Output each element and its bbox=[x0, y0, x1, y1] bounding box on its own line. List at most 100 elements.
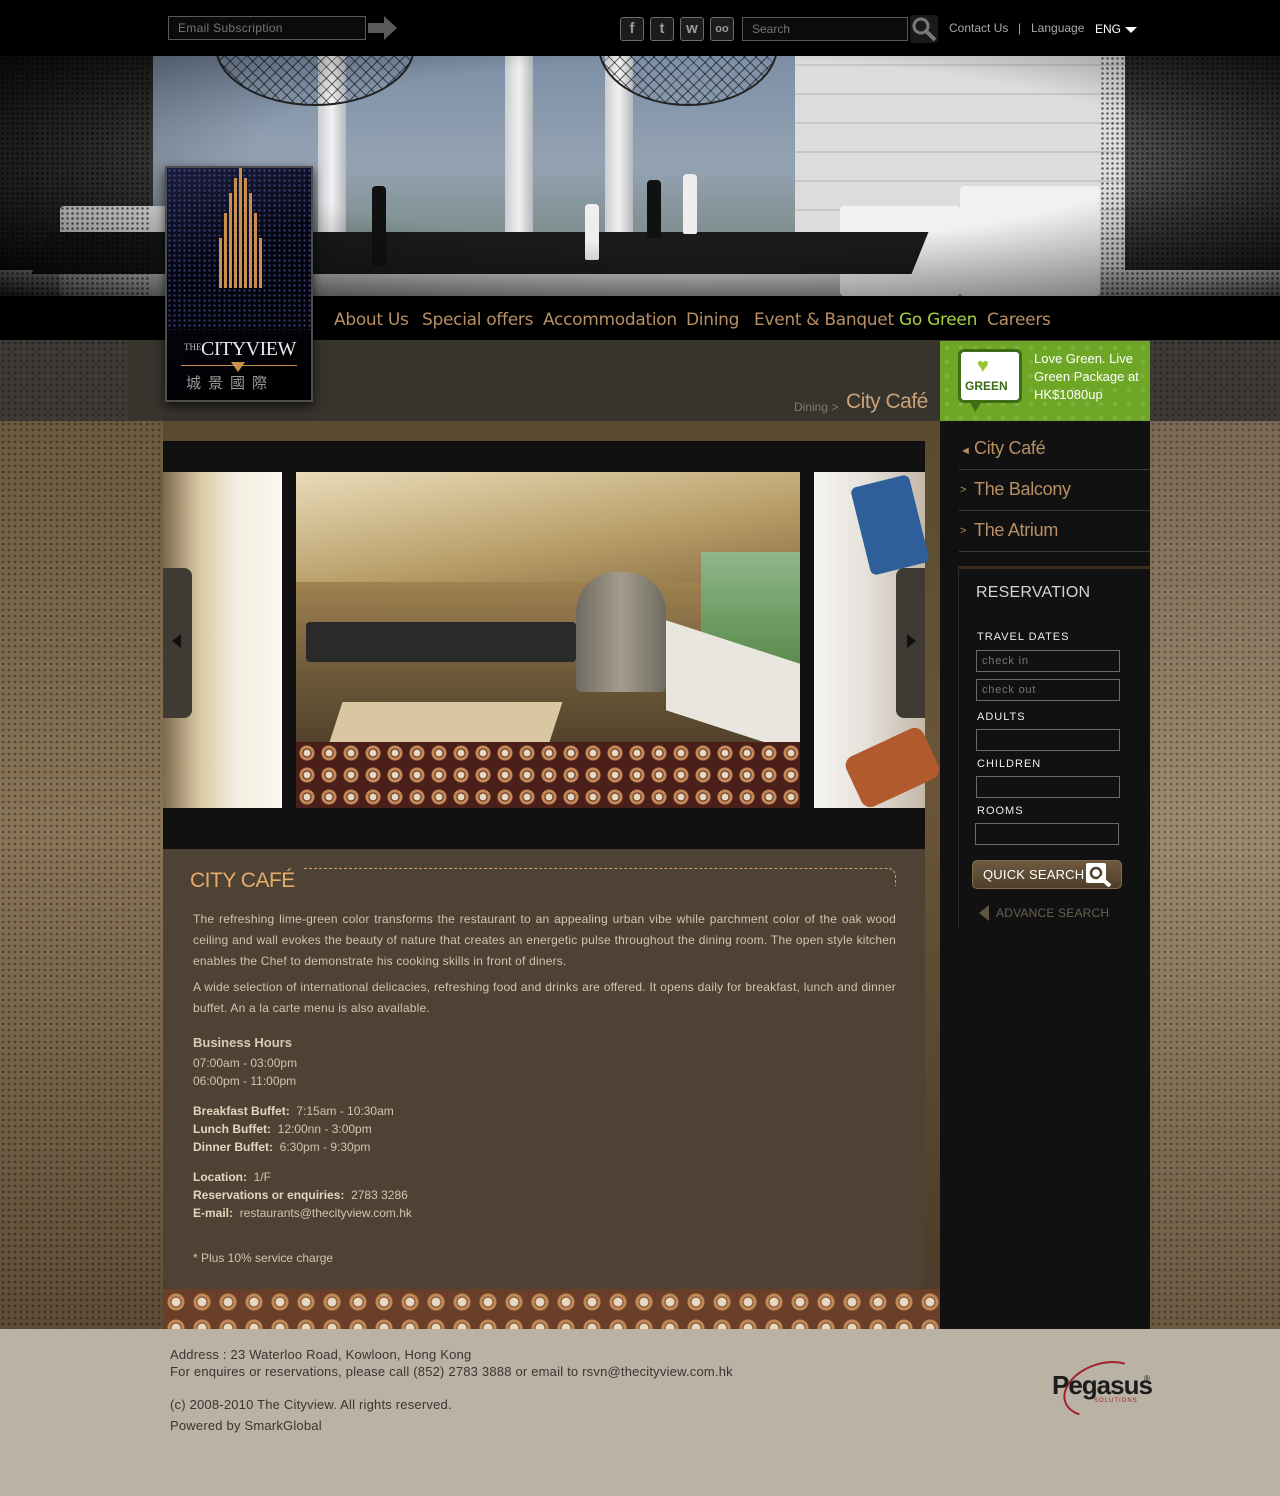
background-photo-right bbox=[1150, 421, 1280, 1329]
breadcrumb-current: City Café bbox=[846, 390, 928, 413]
description-paragraph-2: A wide selection of international delica… bbox=[193, 980, 896, 1015]
buffet-label: Dinner Buffet: bbox=[193, 1140, 273, 1154]
info-value: 1/F bbox=[253, 1170, 272, 1184]
logo-tower-bar bbox=[259, 238, 262, 288]
logo-tower-bar bbox=[244, 178, 247, 288]
language-select[interactable]: ENG bbox=[1095, 22, 1121, 36]
logo-tower-bar bbox=[224, 213, 227, 288]
green-badge-label: GREEN bbox=[965, 379, 1008, 393]
twitter-icon[interactable]: t bbox=[650, 17, 674, 41]
buffet-time: 6:30pm - 9:30pm bbox=[279, 1140, 371, 1154]
arrow-left-icon[interactable] bbox=[979, 905, 989, 921]
photo-buffet-line bbox=[306, 622, 576, 662]
check-out-field[interactable] bbox=[976, 679, 1120, 701]
pegasus-logo[interactable]: Pegasus bbox=[1052, 1370, 1153, 1401]
rooms-label: ROOMS bbox=[977, 805, 1024, 817]
gallery-prev-button[interactable] bbox=[163, 568, 192, 718]
nav-go-green[interactable]: Go Green bbox=[899, 310, 977, 330]
buffet-time: 7:15am - 10:30am bbox=[296, 1104, 394, 1118]
business-hours-heading: Business Hours bbox=[193, 1035, 292, 1050]
arrow-left-icon: ◄ bbox=[960, 445, 971, 457]
children-label: CHILDREN bbox=[977, 758, 1042, 770]
logo-triangle bbox=[231, 362, 245, 372]
sidebar-item-label[interactable]: The Atrium bbox=[974, 520, 1058, 541]
email-subscription-input[interactable] bbox=[168, 16, 366, 40]
chevron-down-icon[interactable] bbox=[1125, 27, 1137, 33]
chevron-right-icon: > bbox=[960, 484, 967, 496]
info-label: E-mail: bbox=[193, 1206, 234, 1220]
gallery-main-photo bbox=[296, 472, 800, 808]
children-field[interactable] bbox=[976, 776, 1120, 798]
cityview-logo[interactable]: THE CITYVIEW 城景國際 bbox=[165, 166, 313, 402]
search-icon[interactable] bbox=[1086, 863, 1112, 887]
info-label: Reservations or enquiries: bbox=[193, 1188, 345, 1202]
quick-search-label[interactable]: QUICK SEARCH bbox=[983, 867, 1084, 882]
reservation-title: RESERVATION bbox=[976, 584, 1091, 601]
sidebar-item-label[interactable]: City Café bbox=[974, 438, 1046, 459]
footer-enquiries: For enquires or reservations, please cal… bbox=[170, 1364, 733, 1379]
nav-dining[interactable]: Dining bbox=[686, 310, 739, 330]
footer-powered-by[interactable]: Powered by SmarkGlobal bbox=[170, 1418, 322, 1433]
heart-icon: ♥ bbox=[977, 355, 989, 377]
location-row: Location: 1/F bbox=[193, 1170, 271, 1184]
info-label: Location: bbox=[193, 1170, 247, 1184]
photo-carpet bbox=[296, 742, 800, 808]
logo-tower-bar bbox=[229, 193, 232, 288]
facebook-icon[interactable]: f bbox=[620, 17, 644, 41]
breakfast-buffet-row: Breakfast Buffet: 7:15am - 10:30am bbox=[193, 1104, 394, 1118]
reservations-row: Reservations or enquiries: 2783 3286 bbox=[193, 1188, 408, 1202]
adults-label: ADULTS bbox=[977, 711, 1026, 723]
search-icon[interactable] bbox=[910, 15, 938, 43]
check-in-field[interactable] bbox=[976, 650, 1120, 672]
email-row: E-mail: restaurants@thecityview.com.hk bbox=[193, 1206, 412, 1220]
business-hours-line: 07:00am - 03:00pm bbox=[193, 1056, 298, 1070]
travel-dates-label: TRAVEL DATES bbox=[977, 631, 1070, 643]
nav-about-us[interactable]: About Us bbox=[334, 310, 409, 330]
gallery-next-button[interactable] bbox=[896, 568, 925, 718]
logo-name: CITYVIEW bbox=[201, 338, 296, 360]
contact-us-link[interactable]: Contact Us bbox=[949, 21, 1008, 35]
description-paragraph-1: The refreshing lime-green color transfor… bbox=[193, 912, 896, 968]
footer-address: Address : 23 Waterloo Road, Kowloon, Hon… bbox=[170, 1347, 472, 1362]
nav-event-banquet[interactable]: Event & Banquet bbox=[754, 310, 894, 330]
logo-tower-bar bbox=[234, 178, 237, 288]
photo-kitchen-counter bbox=[576, 572, 666, 692]
adults-field[interactable] bbox=[976, 729, 1120, 751]
nav-careers[interactable]: Careers bbox=[987, 310, 1051, 330]
info-value: 2783 3286 bbox=[351, 1188, 408, 1202]
top-separator: | bbox=[1018, 21, 1022, 35]
weibo-icon[interactable]: w bbox=[680, 17, 704, 41]
buffet-time: 12:00nn - 3:00pm bbox=[277, 1122, 372, 1136]
logo-the: THE bbox=[184, 342, 202, 352]
tripadvisor-icon[interactable]: oo bbox=[710, 17, 734, 41]
lunch-buffet-row: Lunch Buffet: 12:00nn - 3:00pm bbox=[193, 1122, 372, 1136]
pegasus-registered-mark: ® bbox=[1144, 1374, 1150, 1383]
dinner-buffet-row: Dinner Buffet: 6:30pm - 9:30pm bbox=[193, 1140, 370, 1154]
buffet-label: Breakfast Buffet: bbox=[193, 1104, 290, 1118]
background-photo-left bbox=[0, 421, 163, 1329]
email-link[interactable]: restaurants@thecityview.com.hk bbox=[240, 1206, 412, 1220]
sidebar-item-label[interactable]: The Balcony bbox=[974, 479, 1071, 500]
arrow-left-icon bbox=[172, 634, 181, 648]
nav-special-offers[interactable]: Special offers bbox=[422, 310, 533, 330]
pegasus-solutions-label: SOLUTIONS bbox=[1094, 1398, 1138, 1404]
rooms-field[interactable] bbox=[975, 823, 1119, 845]
page-title: CITY CAFÉ bbox=[190, 869, 295, 892]
photo-dining-table bbox=[329, 702, 563, 742]
green-package-text[interactable]: Love Green. Live Green Package at HK$108… bbox=[1034, 350, 1144, 404]
language-label: Language bbox=[1031, 21, 1085, 35]
breadcrumb-parent[interactable]: Dining > bbox=[794, 400, 838, 414]
buffet-label: Lunch Buffet: bbox=[193, 1122, 271, 1136]
nav-accommodation[interactable]: Accommodation bbox=[543, 310, 677, 330]
logo-tower-bar bbox=[254, 213, 257, 288]
search-input[interactable] bbox=[742, 17, 908, 41]
green-badge-tail bbox=[969, 400, 983, 412]
service-charge-note: * Plus 10% service charge bbox=[193, 1251, 334, 1265]
email-submit-arrow-icon[interactable] bbox=[368, 15, 398, 41]
logo-tower-bar bbox=[219, 238, 222, 288]
logo-tower-bar bbox=[239, 168, 242, 288]
logo-tower-bar bbox=[249, 193, 252, 288]
logo-chinese: 城景國際 bbox=[186, 374, 275, 392]
advance-search-link[interactable]: ADVANCE SEARCH bbox=[996, 906, 1109, 920]
title-dashed-rule bbox=[304, 868, 896, 886]
